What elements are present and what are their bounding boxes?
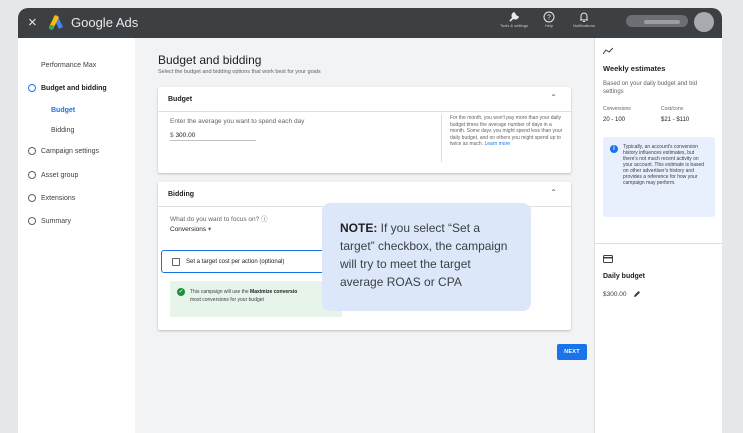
callout-heading: NOTE: — [340, 221, 378, 235]
dropdown-arrow-icon: ▾ — [207, 226, 212, 233]
sidebar-item-summary[interactable]: Summary — [41, 217, 71, 226]
focus-question-text: What do you want to focus on? — [170, 216, 260, 223]
budget-help-text: For the month, you won't pay more than y… — [450, 115, 566, 148]
bidding-strategy-note-text: This campaign will use the Maximize conv… — [190, 288, 342, 304]
budget-card: Budget ⌃ Enter the average you want to s… — [158, 87, 571, 173]
estimate-info-text: Typically, an account's conversion histo… — [623, 144, 705, 186]
wrench-icon — [509, 11, 520, 22]
daily-budget-title: Daily budget — [603, 273, 646, 280]
divider — [595, 243, 722, 244]
sidebar-item-asset-group[interactable]: Asset group — [41, 171, 78, 180]
note-prefix: This campaign will use the — [190, 289, 251, 295]
avatar[interactable] — [694, 12, 714, 32]
weekly-estimates-title: Weekly estimates — [603, 64, 666, 73]
budget-card-heading: Budget — [168, 96, 193, 103]
cost-per-conv-header: Cost/conv — [661, 106, 684, 112]
conversions-header: Conversions — [603, 106, 631, 112]
close-icon[interactable]: × — [28, 14, 37, 32]
page-title: Budget and bidding — [158, 53, 262, 67]
collapse-chevron-icon[interactable]: ⌃ — [550, 188, 557, 197]
budget-prompt: Enter the average you want to spend each… — [170, 118, 305, 125]
notifications-label: Notifications — [573, 23, 595, 28]
sidebar-item-campaign-settings[interactable]: Campaign settings — [41, 147, 99, 156]
page-subtitle: Select the budget and bidding options th… — [158, 69, 321, 75]
info-icon: i — [610, 145, 618, 153]
note-line-2: most conversions for your budget — [190, 297, 264, 303]
sidebar-item-budget-and-bidding[interactable]: Budget and bidding — [41, 84, 107, 93]
step-circle-icon — [28, 217, 36, 225]
trending-icon — [603, 47, 613, 55]
target-cost-checkbox[interactable] — [172, 258, 180, 266]
focus-dropdown-value: Conversions — [170, 226, 207, 233]
edit-pencil-icon[interactable] — [633, 290, 641, 298]
estimate-info-box: i Typically, an account's conversion his… — [603, 137, 715, 217]
collapse-chevron-icon[interactable]: ⌃ — [550, 93, 557, 102]
notifications-button[interactable]: Notifications — [568, 11, 600, 28]
help-icon: ? — [543, 11, 555, 23]
left-nav: Performance Max Budget and bidding Budge… — [18, 38, 135, 433]
step-circle-icon — [28, 171, 36, 179]
estimates-panel: Weekly estimates Based on your daily bud… — [594, 38, 722, 433]
bidding-card-heading: Bidding — [168, 191, 195, 198]
target-cost-option[interactable]: Set a target cost per action (optional) — [161, 250, 341, 273]
budget-amount-value: 300.00 — [175, 132, 196, 139]
top-bar: × Google Ads Tools & settings ? Help Not… — [18, 8, 722, 38]
brand-name: Google Ads — [71, 15, 139, 30]
conversions-value: 20 - 100 — [603, 117, 626, 123]
step-circle-icon — [28, 147, 36, 155]
daily-budget-value: $300.00 — [603, 291, 627, 298]
focus-dropdown[interactable]: Conversions ▾ — [170, 226, 211, 234]
budget-amount-input[interactable]: $ 300.00 — [170, 131, 256, 141]
target-cost-checkbox-label: Set a target cost per action (optional) — [186, 259, 285, 265]
cost-per-conv-value: $21 - $110 — [661, 117, 690, 123]
check-circle-icon: ✓ — [177, 288, 185, 296]
sidebar-item-bidding[interactable]: Bidding — [51, 126, 74, 135]
sidebar-item-extensions[interactable]: Extensions — [41, 194, 75, 203]
step-circle-icon — [28, 194, 36, 202]
weekly-estimates-subtitle: Based on your daily budget and bid setti… — [603, 81, 698, 95]
credit-card-icon — [603, 255, 613, 263]
divider — [158, 111, 571, 112]
svg-text:?: ? — [547, 15, 551, 22]
divider — [441, 114, 442, 162]
focus-question: What do you want to focus on? ⓘ — [170, 216, 268, 224]
sidebar-item-budget[interactable]: Budget — [51, 106, 75, 115]
tools-button[interactable]: Tools & settings — [498, 11, 530, 28]
note-callout: NOTE: If you select “Set a target” check… — [322, 203, 531, 311]
bidding-strategy-note: ✓ This campaign will use the Maximize co… — [170, 281, 342, 317]
note-strategy: Maximize conversio — [250, 289, 298, 295]
account-info-detail — [644, 20, 680, 24]
tools-label: Tools & settings — [499, 23, 528, 28]
bell-icon — [580, 12, 588, 22]
help-label: Help — [544, 23, 554, 28]
campaign-type-label: Performance Max — [41, 62, 97, 69]
next-button[interactable]: NEXT — [557, 344, 587, 360]
step-circle-icon — [28, 84, 36, 92]
learn-more-link[interactable]: Learn more — [484, 141, 510, 147]
help-button[interactable]: ? Help — [533, 11, 565, 28]
help-circle-icon[interactable]: ⓘ — [261, 216, 268, 223]
google-ads-logo — [49, 15, 63, 30]
currency-symbol: $ — [170, 132, 174, 139]
